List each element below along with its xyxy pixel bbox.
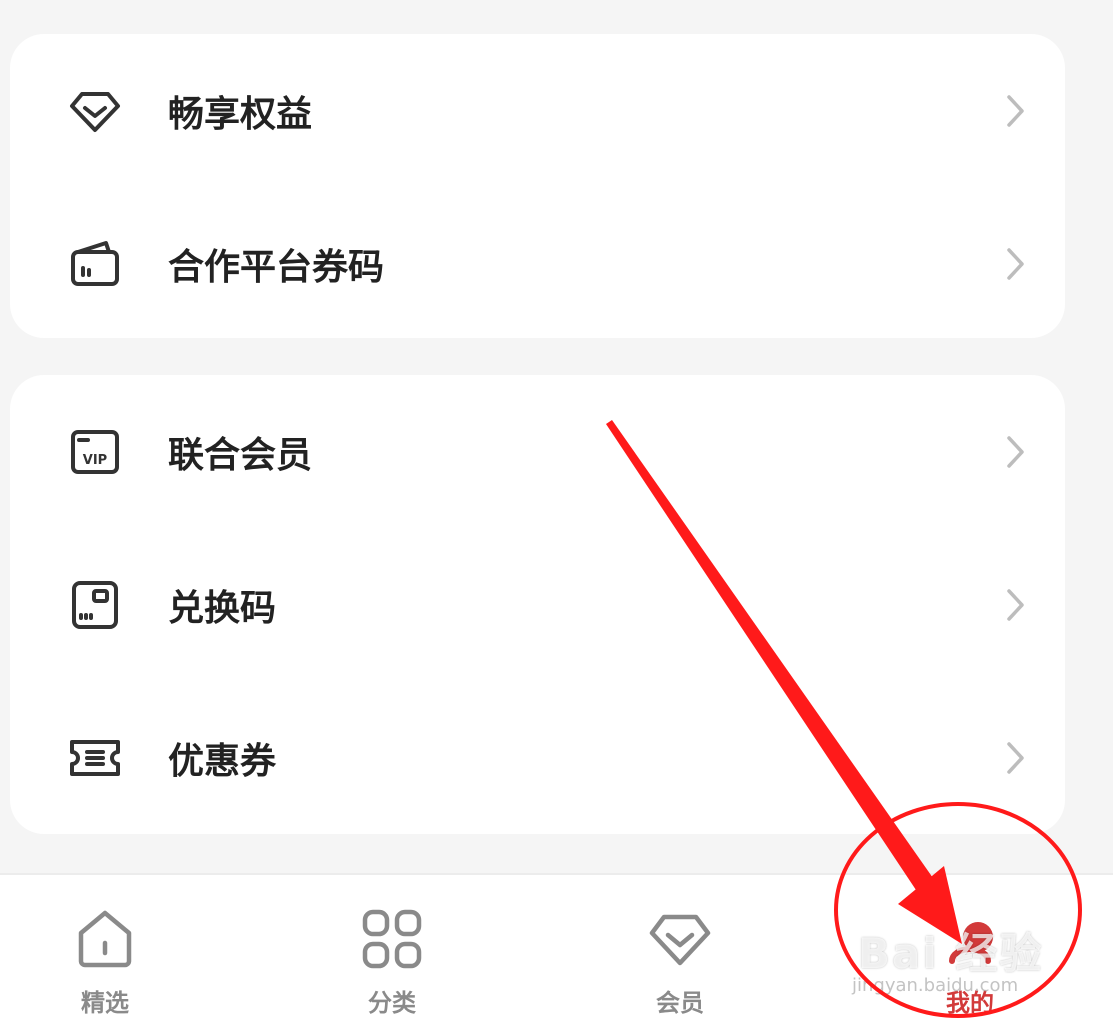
menu-item-joint-membership[interactable]: VIP 联合会员 bbox=[10, 375, 1065, 528]
menu-item-label: 畅享权益 bbox=[168, 93, 313, 135]
grid-icon bbox=[360, 907, 424, 971]
chevron-right-icon bbox=[1000, 586, 1030, 624]
menu-card-benefits: 畅享权益 合作平台券码 bbox=[10, 34, 1065, 338]
svg-text:VIP: VIP bbox=[83, 453, 107, 468]
tab-categories[interactable]: 分类 bbox=[332, 875, 452, 1025]
menu-card-membership: VIP 联合会员 兑换码 优惠券 bbox=[10, 375, 1065, 834]
bottom-tab-bar: 精选 分类 会员 我的 bbox=[0, 873, 1113, 1027]
chevron-right-icon bbox=[1000, 92, 1030, 130]
tab-mine[interactable]: 我的 bbox=[910, 875, 1030, 1025]
menu-item-label: 合作平台券码 bbox=[168, 246, 385, 288]
diamond-icon bbox=[648, 907, 712, 971]
chevron-right-icon bbox=[1000, 739, 1030, 777]
menu-item-partner-codes[interactable]: 合作平台券码 bbox=[10, 187, 1065, 340]
menu-item-benefits[interactable]: 畅享权益 bbox=[10, 34, 1065, 187]
menu-item-label: 联合会员 bbox=[168, 434, 313, 476]
diamond-icon bbox=[68, 84, 122, 138]
menu-item-label: 优惠券 bbox=[168, 740, 277, 782]
menu-item-redeem-code[interactable]: 兑换码 bbox=[10, 528, 1065, 681]
tab-label: 我的 bbox=[946, 989, 994, 1017]
tab-label: 分类 bbox=[368, 989, 416, 1017]
redeem-card-icon bbox=[68, 578, 122, 632]
vip-card-icon: VIP bbox=[68, 425, 122, 479]
tab-label: 会员 bbox=[656, 989, 704, 1017]
tab-featured[interactable]: 精选 bbox=[45, 875, 165, 1025]
coupon-icon bbox=[68, 731, 122, 785]
home-icon bbox=[73, 907, 137, 971]
menu-item-coupons[interactable]: 优惠券 bbox=[10, 681, 1065, 834]
tab-membership[interactable]: 会员 bbox=[620, 875, 740, 1025]
tab-label: 精选 bbox=[81, 989, 129, 1017]
chevron-right-icon bbox=[1000, 433, 1030, 471]
menu-item-label: 兑换码 bbox=[168, 587, 277, 629]
chevron-right-icon bbox=[1000, 245, 1030, 283]
profile-icon bbox=[938, 907, 1002, 971]
wallet-icon bbox=[68, 237, 122, 291]
